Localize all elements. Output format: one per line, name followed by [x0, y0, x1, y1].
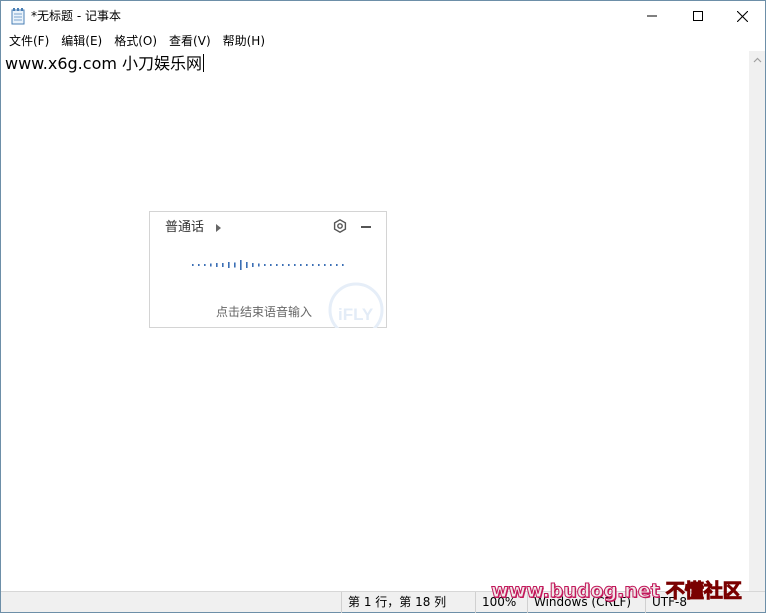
watermark-name: 不懂社区 [665, 580, 742, 603]
minimize-icon [647, 15, 657, 17]
watermark: www.budog.net 不懂社区 [491, 578, 743, 604]
window-title: *无标题 - 记事本 [31, 9, 121, 23]
editor-text-line: www.x6g.com 小刀娱乐网 [5, 54, 203, 73]
menu-bar: 文件(F) 编辑(E) 格式(O) 查看(V) 帮助(H) [1, 31, 765, 51]
voice-language-selector[interactable]: 普通话 [165, 220, 204, 236]
settings-icon[interactable] [333, 219, 347, 233]
voice-waveform [192, 260, 344, 270]
scroll-up-button[interactable] [749, 51, 765, 68]
minus-icon[interactable] [361, 226, 371, 228]
status-cursor-position: 第 1 行，第 18 列 [341, 592, 475, 613]
watermark-url: www.budog.net [491, 580, 661, 603]
chevron-up-icon [753, 57, 761, 62]
close-icon [736, 10, 748, 22]
menu-format[interactable]: 格式(O) [108, 32, 163, 50]
play-arrow-icon[interactable] [216, 224, 221, 232]
notepad-window: *无标题 - 记事本 文件(F) 编辑(E) 格式(O) 查看(V) 帮助(H)… [0, 0, 766, 613]
maximize-button[interactable] [675, 1, 721, 31]
text-caret [203, 54, 205, 72]
ifly-logo: iFLY [328, 282, 384, 328]
maximize-icon [693, 11, 703, 21]
vertical-scrollbar[interactable] [749, 51, 765, 591]
voice-input-panel[interactable]: 普通话 iFLY 点击结束语音输入 [149, 211, 387, 328]
menu-help[interactable]: 帮助(H) [217, 32, 271, 50]
menu-edit[interactable]: 编辑(E) [55, 32, 108, 50]
menu-view[interactable]: 查看(V) [163, 32, 217, 50]
ifly-logo-text: iFLY [338, 305, 374, 324]
notepad-icon [11, 8, 25, 25]
title-bar[interactable]: *无标题 - 记事本 [1, 1, 765, 31]
menu-file[interactable]: 文件(F) [3, 32, 55, 50]
voice-end-hint[interactable]: 点击结束语音输入 [216, 304, 312, 320]
editor-content[interactable]: www.x6g.com 小刀娱乐网 [5, 54, 205, 74]
close-button[interactable] [719, 1, 765, 31]
minimize-button[interactable] [629, 1, 675, 31]
